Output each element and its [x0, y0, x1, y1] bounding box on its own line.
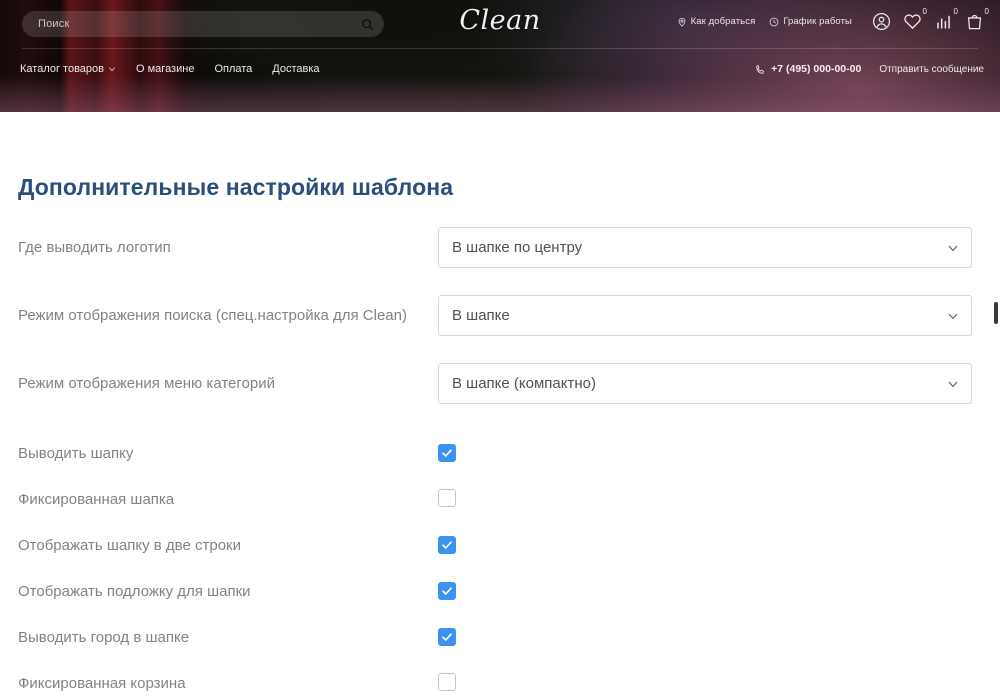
location-pin-icon [678, 17, 685, 27]
user-circle-icon[interactable] [872, 12, 891, 31]
two-line-header-checkbox[interactable] [438, 536, 456, 554]
setting-label: Выводить шапку [18, 445, 134, 463]
chevron-down-icon [948, 313, 958, 319]
show-city-checkbox[interactable] [438, 628, 456, 646]
chevron-down-icon [109, 67, 115, 72]
setting-label: Режим отображения поиска (спец.настройка… [18, 307, 407, 324]
logo-position-select-value: В шапке по центру [452, 239, 583, 256]
search-box[interactable] [22, 11, 384, 37]
search-input[interactable] [36, 17, 361, 31]
main-navigation: Каталог товаров О магазине Оплата Достав… [20, 63, 320, 75]
how-to-get-link[interactable]: Как добраться [677, 16, 756, 27]
header-utility-links: Как добраться График работы 0 0 0 [677, 8, 989, 31]
header-icon-group: 0 0 0 [872, 8, 989, 31]
setting-label: Фиксированная корзина [18, 675, 186, 693]
send-message-link[interactable]: Отправить сообщение [879, 64, 984, 75]
setting-label: Фиксированная шапка [18, 491, 175, 509]
clock-icon [769, 17, 779, 26]
nav-item-delivery-label: Доставка [272, 63, 320, 75]
setting-row-fixed-header: Фиксированная шапка [0, 477, 1000, 523]
setting-label: Отображать подложку для шапки [18, 583, 251, 601]
nav-item-about[interactable]: О магазине [136, 63, 194, 75]
nav-item-catalog[interactable]: Каталог товаров [20, 63, 116, 75]
nav-item-payment[interactable]: Оплата [214, 63, 252, 75]
setting-row-logo-position: Где выводить логотип В шапке по центру [0, 227, 1000, 295]
settings-list: Где выводить логотип В шапке по центру Р… [0, 227, 1000, 700]
setting-row-category-menu-mode: Режим отображения меню категорий В шапке… [0, 363, 1000, 431]
phone-link[interactable]: +7 (495) 000-00-00 [755, 63, 861, 75]
nav-item-catalog-label: Каталог товаров [20, 63, 104, 75]
category-menu-mode-select-value: В шапке (компактно) [452, 375, 596, 392]
fixed-cart-checkbox[interactable] [438, 672, 456, 691]
setting-label: Выводить город в шапке [18, 629, 190, 647]
check-icon [442, 633, 452, 641]
check-icon [442, 541, 452, 549]
phone-number: +7 (495) 000-00-00 [771, 63, 862, 75]
setting-label: Где выводить логотип [18, 239, 171, 256]
setting-row-two-line-header: Отображать шапку в две строки [0, 523, 1000, 569]
search-icon[interactable] [361, 18, 374, 31]
site-header: Clean Как добраться График работы [0, 0, 1000, 112]
nav-item-about-label: О магазине [136, 63, 195, 75]
compare-bars-icon[interactable]: 0 [934, 8, 958, 31]
check-icon [442, 449, 452, 457]
settings-page: Дополнительные настройки шаблона Где выв… [0, 112, 1000, 700]
setting-row-header-backdrop: Отображать подложку для шапки [0, 569, 1000, 615]
nav-item-delivery[interactable]: Доставка [272, 63, 319, 75]
check-icon [442, 587, 452, 595]
header-contacts: +7 (495) 000-00-00 Отправить сообщение [755, 63, 984, 75]
search-mode-select-value: В шапке [452, 307, 510, 324]
chevron-down-icon [948, 245, 958, 251]
setting-label: Режим отображения меню категорий [18, 375, 275, 392]
chevron-down-icon [948, 381, 958, 387]
logo-position-select[interactable]: В шапке по центру [438, 227, 972, 268]
header-bottom-row: Каталог товаров О магазине Оплата Достав… [0, 49, 1000, 89]
setting-row-show-header: Выводить шапку [0, 431, 1000, 477]
setting-row-fixed-cart: Фиксированная корзина [0, 661, 1000, 700]
header-top-row: Clean Как добраться График работы [0, 0, 1000, 48]
heart-icon[interactable]: 0 [903, 8, 927, 31]
page-scrollbar-thumb[interactable] [994, 302, 998, 324]
work-hours-link[interactable]: График работы [769, 16, 852, 27]
setting-row-search-mode: Режим отображения поиска (спец.настройка… [0, 295, 1000, 363]
show-header-checkbox[interactable] [438, 444, 456, 462]
header-backdrop-checkbox[interactable] [438, 582, 456, 600]
search-mode-select[interactable]: В шапке [438, 295, 972, 336]
phone-icon [756, 64, 765, 74]
setting-row-show-city: Выводить город в шапке [0, 615, 1000, 661]
favorites-count-badge: 0 [922, 7, 927, 16]
nav-item-payment-label: Оплата [214, 63, 253, 75]
setting-label: Отображать шапку в две строки [18, 537, 241, 555]
category-menu-mode-select[interactable]: В шапке (компактно) [438, 363, 972, 404]
cart-count-badge: 0 [984, 7, 989, 16]
compare-count-badge: 0 [953, 7, 958, 16]
work-hours-label: График работы [783, 16, 852, 27]
how-to-get-label: Как добраться [690, 16, 756, 27]
page-title: Дополнительные настройки шаблона [18, 174, 454, 200]
shopping-bag-icon[interactable]: 0 [965, 8, 989, 31]
fixed-header-checkbox[interactable] [438, 488, 456, 507]
